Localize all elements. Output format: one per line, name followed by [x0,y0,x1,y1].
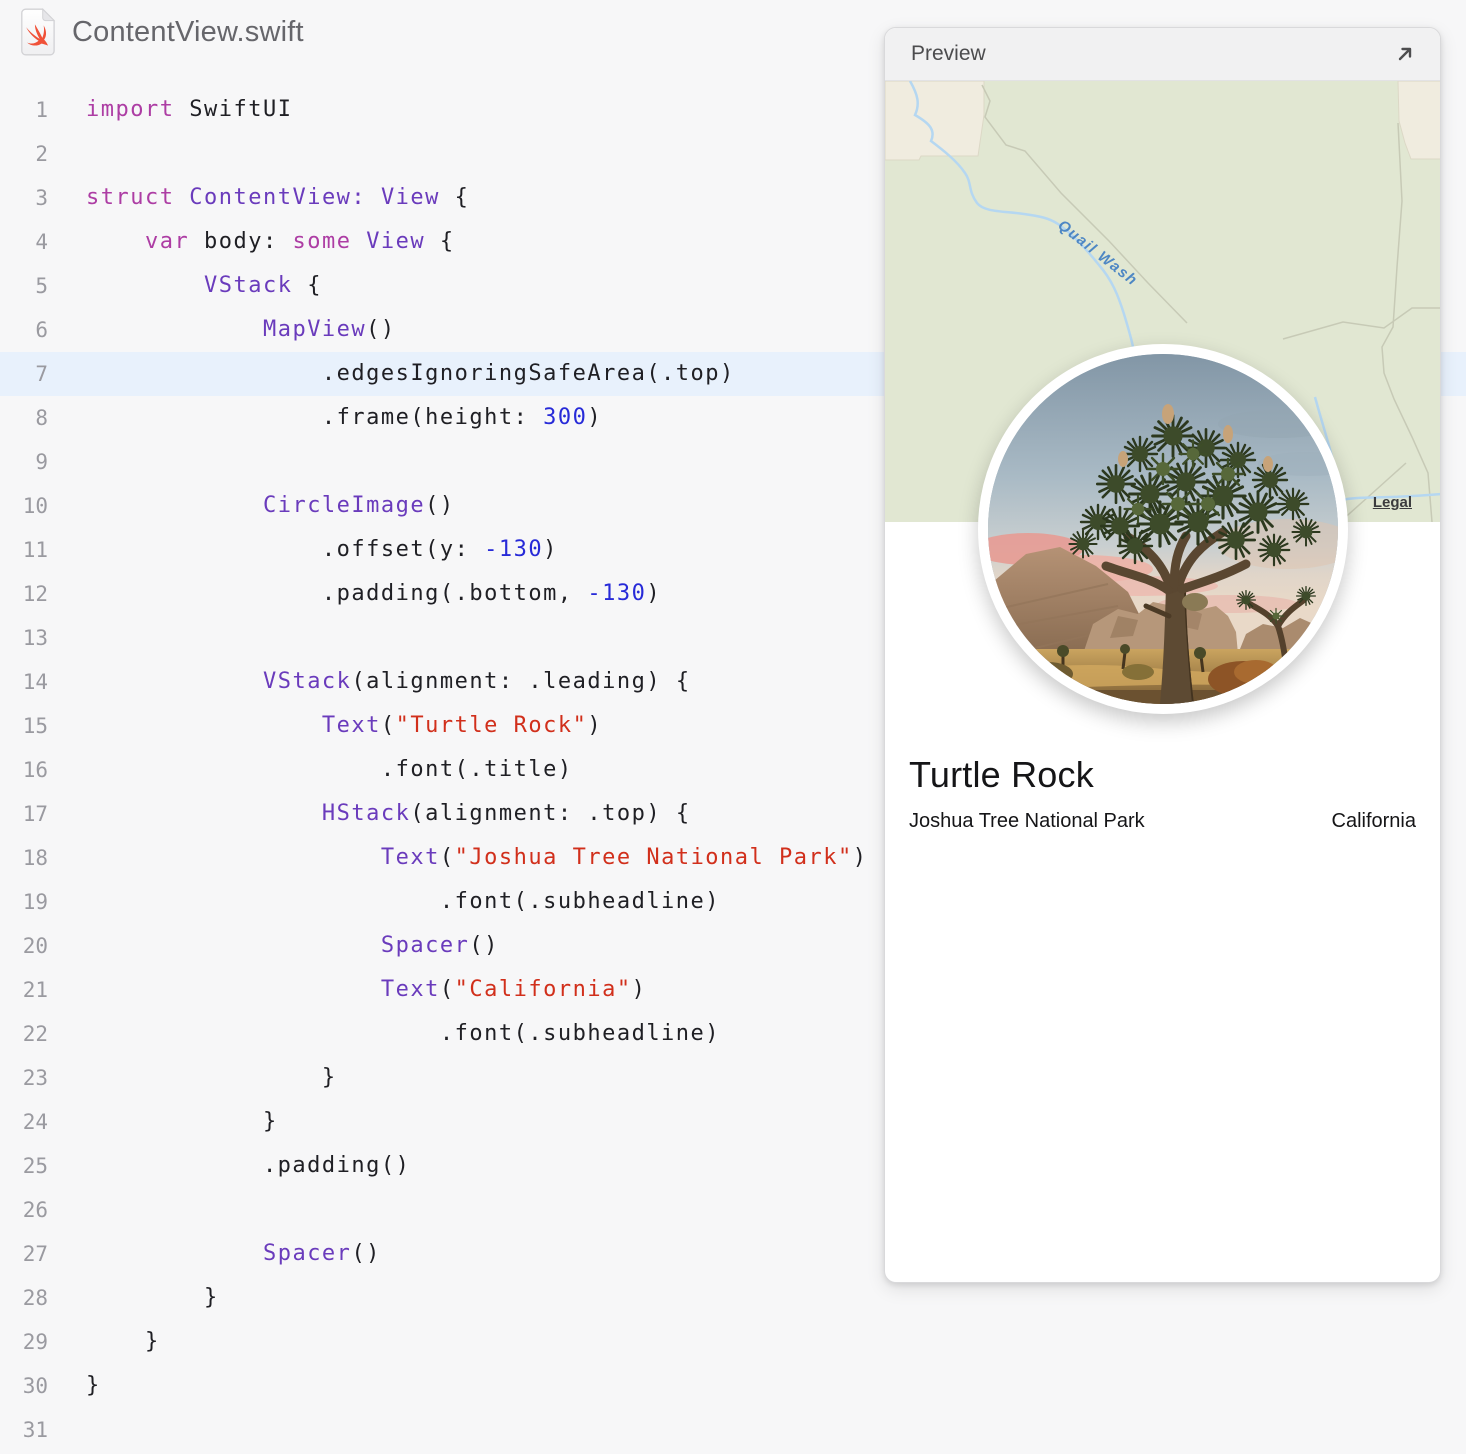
swift-file-icon [21,8,56,56]
line-number: 22 [22,1022,48,1046]
file-header: ContentView.swift [18,8,304,56]
code-text: VStack(alignment: .leading) { [262,669,691,694]
code-text: .padding() [86,1153,411,1178]
line-number: 23 [22,1066,48,1090]
line-number: 1 [35,98,48,122]
code-text: .frame(height: 300) [86,405,603,430]
line-number: 9 [35,450,48,474]
line-number: 19 [22,890,48,914]
legal-link[interactable]: Legal [1373,494,1412,511]
circle-image [978,344,1348,714]
line-number: 10 [22,494,48,518]
line-number: 20 [22,934,48,958]
line-number: 16 [22,758,48,782]
line-number: 30 [22,1374,48,1398]
line-number: 29 [22,1330,48,1354]
line-number: 3 [35,186,48,210]
line-number: 11 [22,538,48,562]
code-line-29[interactable]: 29 } [0,1320,1466,1364]
code-text: .edgesIgnoringSafeArea(.top) [86,361,735,386]
line-number: 28 [22,1286,48,1310]
code-text: } [86,1065,337,1090]
code-text: VStack { [203,273,322,298]
code-text: } [86,1285,219,1310]
place-park: Joshua Tree National Park [909,810,1145,832]
place-info: Turtle Rock Joshua Tree National Park Ca… [885,754,1440,833]
code-text: Text("Joshua Tree National Park") [380,845,868,870]
code-text: Spacer() [262,1241,381,1266]
code-line-31[interactable]: 31 [0,1408,1466,1452]
place-title: Turtle Rock [909,754,1094,795]
line-number: 18 [22,846,48,870]
code-text: .font(.subheadline) [86,1021,721,1046]
code-text: .font(.subheadline) [86,889,721,914]
code-text: .font(.title) [86,757,573,782]
line-number: 12 [22,582,48,606]
code-text: MapView() [262,317,396,342]
arrow-up-right-icon [1398,47,1412,61]
code-text: struct ContentView: View { [86,185,470,210]
joshua-tree-photo [988,354,1338,704]
code-text: .offset(y: -130) [86,537,558,562]
code-text: Text("California") [380,977,647,1002]
code-text: } [86,1109,278,1134]
code-text: } [86,1373,101,1398]
code-text: CircleImage() [262,493,455,518]
code-text: Text("Turtle Rock") [321,713,603,738]
line-number: 6 [35,318,48,342]
line-number: 14 [22,670,48,694]
line-number: 31 [22,1418,48,1442]
code-text: HStack(alignment: .top) { [321,801,691,826]
code-text: Spacer() [380,933,499,958]
preview-title: Preview [911,42,986,65]
code-text: } [86,1329,160,1354]
line-number: 17 [22,802,48,826]
line-number: 27 [22,1242,48,1266]
line-number: 2 [35,142,48,166]
line-number: 24 [22,1110,48,1134]
place-state: California [1331,810,1416,832]
line-number: 26 [22,1198,48,1222]
preview-header: Preview [885,28,1440,81]
expand-preview-button[interactable] [1392,41,1418,67]
line-number: 25 [22,1154,48,1178]
line-number: 21 [22,978,48,1002]
file-title: ContentView.swift [72,15,304,48]
code-text: import SwiftUI [86,97,293,122]
code-text: .padding(.bottom, -130) [86,581,662,606]
line-number: 5 [35,274,48,298]
line-number: 15 [22,714,48,738]
line-number: 7 [35,362,48,386]
code-line-30[interactable]: 30} [0,1364,1466,1408]
line-number: 13 [22,626,48,650]
preview-panel: Preview Quail Wash Legal Turtle Rock Jos… [884,27,1441,1283]
code-text: var body: some View { [144,229,455,254]
line-number: 8 [35,406,48,430]
line-number: 4 [35,230,48,254]
